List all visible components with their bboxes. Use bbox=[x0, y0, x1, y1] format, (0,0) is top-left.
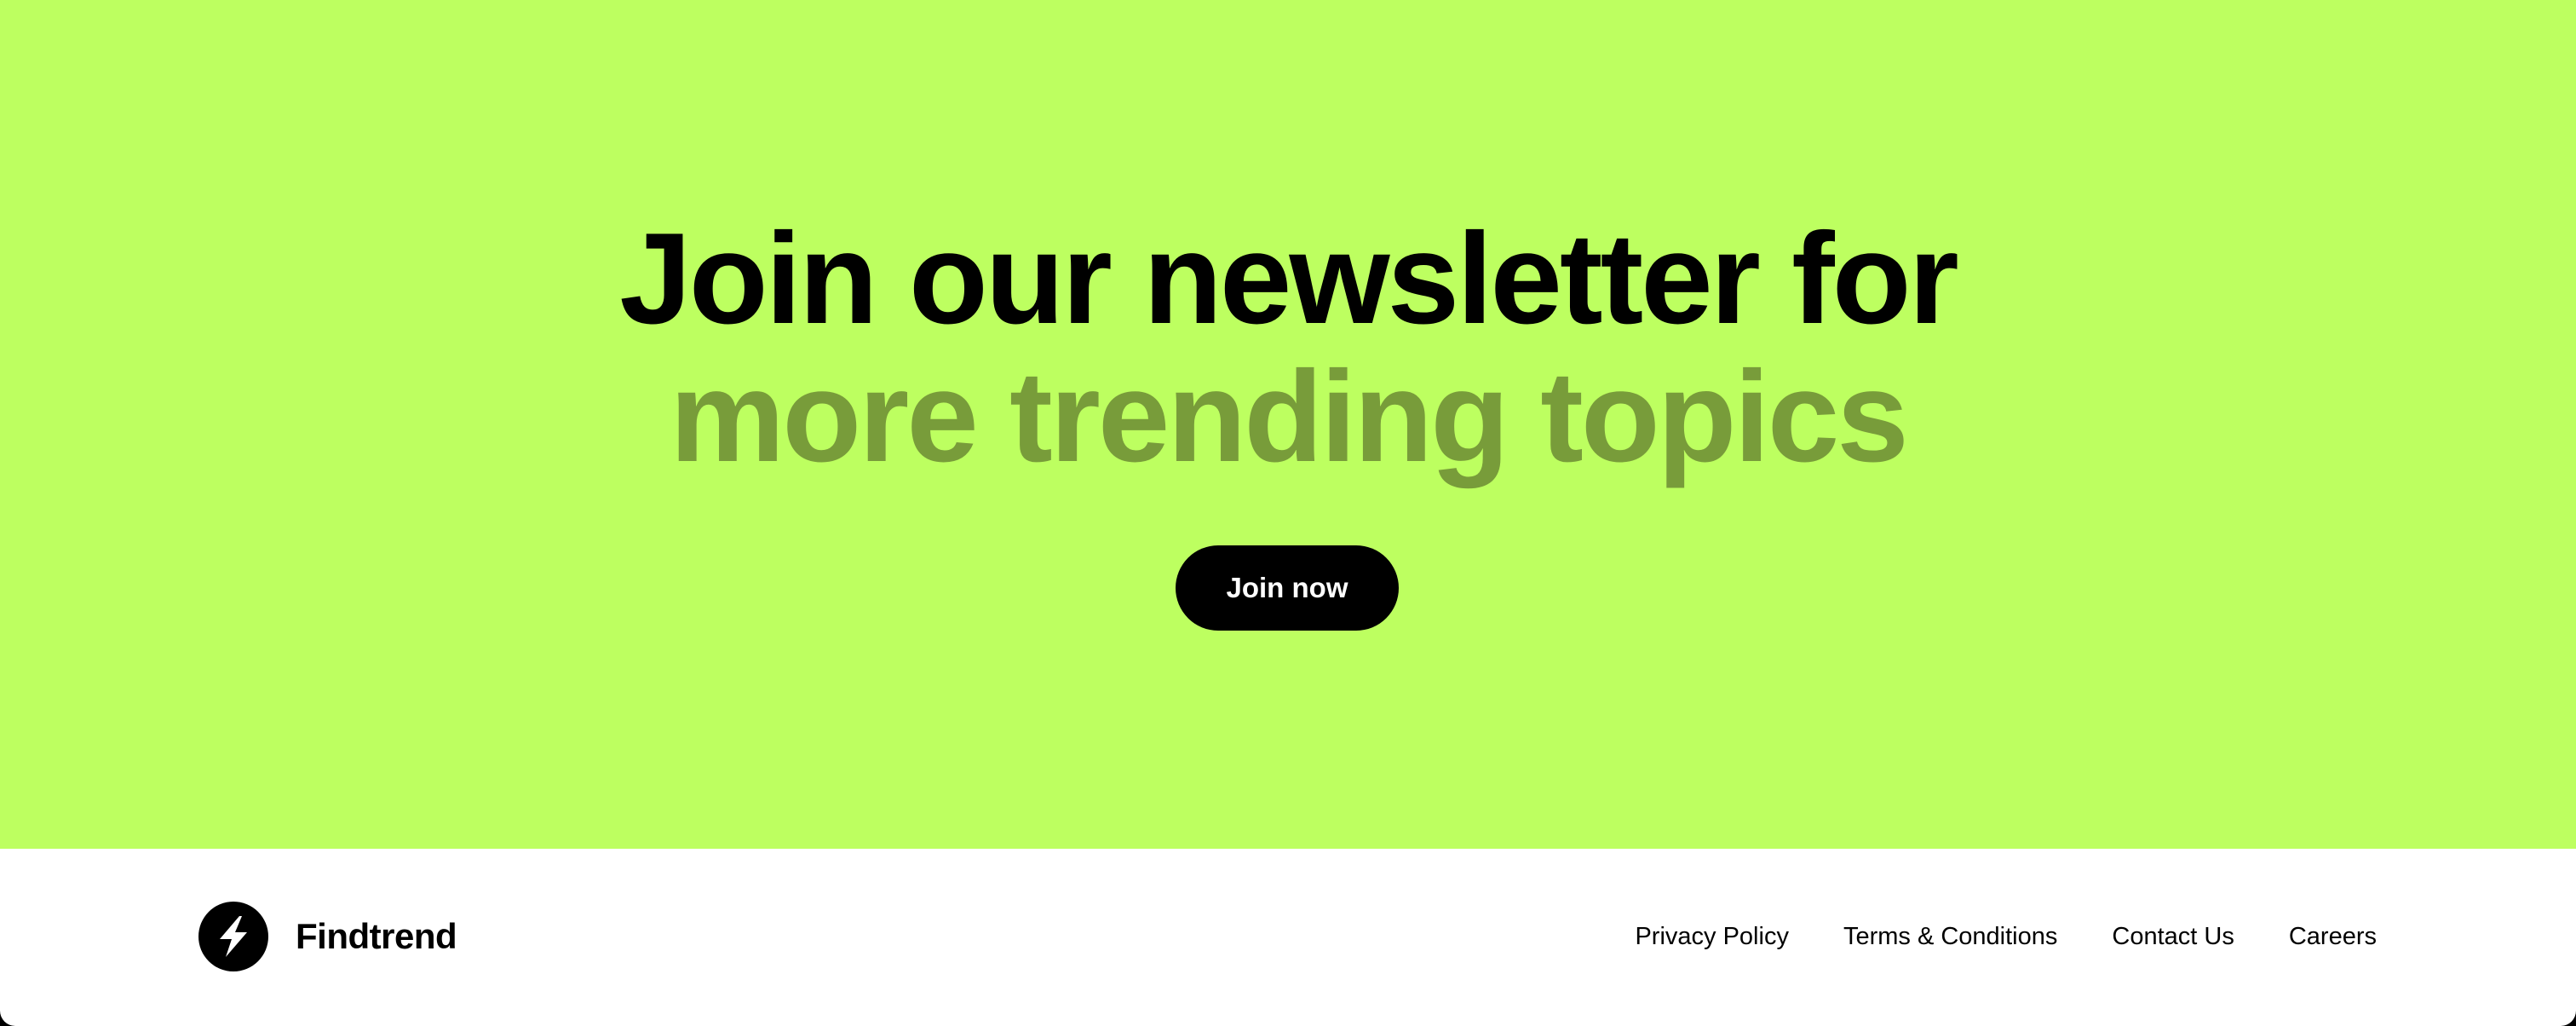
site-footer: Findtrend Privacy Policy Terms & Conditi… bbox=[0, 849, 2576, 1026]
newsletter-headline: Join our newsletter for more trending to… bbox=[0, 210, 2576, 486]
lightning-bolt-icon bbox=[198, 902, 268, 971]
brand-name: Findtrend bbox=[296, 916, 457, 956]
terms-conditions-link[interactable]: Terms & Conditions bbox=[1843, 923, 2057, 951]
privacy-policy-link[interactable]: Privacy Policy bbox=[1635, 923, 1789, 951]
footer-nav: Privacy Policy Terms & Conditions Contac… bbox=[1580, 902, 2377, 971]
careers-link[interactable]: Careers bbox=[2289, 923, 2377, 951]
page: Join our newsletter for more trending to… bbox=[0, 0, 2576, 1026]
brand[interactable]: Findtrend bbox=[198, 902, 457, 971]
join-now-button[interactable]: Join now bbox=[1176, 545, 1399, 631]
headline-line-primary: Join our newsletter for bbox=[619, 206, 1958, 351]
contact-us-link[interactable]: Contact Us bbox=[2112, 923, 2234, 951]
newsletter-hero: Join our newsletter for more trending to… bbox=[0, 0, 2576, 849]
headline-line-accent: more trending topics bbox=[670, 344, 1909, 489]
